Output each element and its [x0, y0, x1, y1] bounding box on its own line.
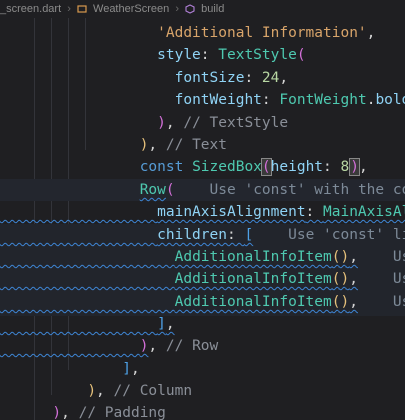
code-line[interactable]: Row( Use 'const' with the constru	[0, 179, 405, 201]
code-line[interactable]: ],	[0, 313, 405, 335]
code-line[interactable]: const SizedBox(height: 8),	[0, 156, 405, 178]
code-line[interactable]: AdditionalInfoItem(), Use 'co	[0, 246, 405, 268]
breadcrumb-file[interactable]: _screen.dart	[0, 3, 61, 15]
code-line[interactable]: ), // TextStyle	[0, 112, 405, 134]
method-icon	[185, 4, 195, 14]
lint-hint: Use 'const' with the constru	[209, 182, 405, 198]
chevron-right-icon: ›	[67, 3, 71, 16]
code-line[interactable]: style: TextStyle(	[0, 44, 405, 66]
code-line[interactable]: ), // Padding	[0, 402, 405, 420]
chevron-right-icon: ›	[175, 3, 179, 16]
code-line[interactable]: ],	[0, 358, 405, 380]
code-line[interactable]: fontWeight: FontWeight.bold,	[0, 89, 405, 111]
breadcrumb: _screen.dart › WeatherScreen › build	[0, 0, 405, 18]
code-line[interactable]: ), // Row	[0, 335, 405, 357]
code-line[interactable]: ), // Column	[0, 380, 405, 402]
code-line[interactable]: 'Additional Information',	[0, 22, 405, 44]
code-line[interactable]: AdditionalInfoItem(), Use 'co	[0, 291, 405, 313]
code-line[interactable]: mainAxisAlignment: MainAxisAlignme	[0, 201, 405, 223]
code-line[interactable]: AdditionalInfoItem(), Use 'co	[0, 268, 405, 290]
code-line[interactable]: children: [ Use 'const' literal	[0, 224, 405, 246]
breadcrumb-method[interactable]: build	[201, 3, 224, 15]
lint-hint: Use 'co	[392, 271, 405, 287]
code-editor[interactable]: _screen.dart › WeatherScreen › build 'Ad…	[0, 0, 405, 420]
code-line[interactable]: fontSize: 24,	[0, 67, 405, 89]
breadcrumb-class[interactable]: WeatherScreen	[93, 3, 169, 15]
lint-hint: Use 'co	[392, 249, 405, 265]
class-icon	[77, 5, 87, 13]
code-line[interactable]: ), // Text	[0, 134, 405, 156]
lint-hint: Use 'co	[392, 294, 405, 310]
lint-hint: Use 'const' literal	[288, 227, 405, 243]
